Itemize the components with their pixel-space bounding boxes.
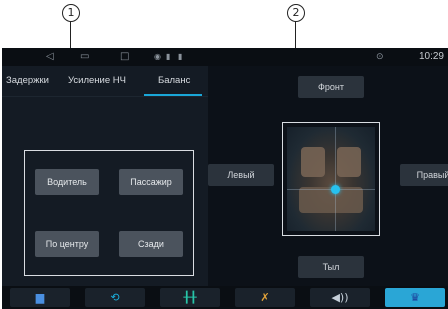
balance-crosshair-vertical <box>335 127 336 231</box>
callout-2: 2 <box>287 4 305 22</box>
seat-front-left <box>301 147 325 177</box>
nav-save-button[interactable]: ▆ <box>10 288 70 307</box>
app-screen: ◁ ▭ □ ◉ ▮ ▮ ⊙ 10:29 Задержки Усиление НЧ… <box>2 48 448 309</box>
seat-front-right <box>337 147 361 177</box>
nav-settings-button[interactable]: ✗ <box>235 288 295 307</box>
crown-icon: ♛ <box>410 291 420 304</box>
speaker-icon: ◀)) <box>331 291 349 304</box>
back-icon[interactable]: ◁ <box>46 48 54 66</box>
bottom-navigation: ▆ ⟲ ╂╂ ✗ ◀)) ♛ <box>2 286 448 309</box>
nav-sound-field-button[interactable]: ♛ <box>385 288 445 307</box>
status-bar: ◁ ▭ □ ◉ ▮ ▮ ⊙ 10:29 <box>2 48 448 66</box>
balance-left-button[interactable]: Левый <box>208 164 274 186</box>
balance-focus-handle[interactable] <box>331 185 340 194</box>
recents-icon[interactable]: □ <box>120 48 129 66</box>
nav-reset-button[interactable]: ⟲ <box>85 288 145 307</box>
balance-right-button[interactable]: Правый <box>400 164 448 186</box>
tab-bass-boost[interactable]: Усиление НЧ <box>68 72 126 90</box>
settings-panel: Задержки Усиление НЧ Баланс Водитель Пас… <box>2 66 208 286</box>
balance-pad[interactable] <box>282 122 380 236</box>
car-interior-image[interactable] <box>287 127 375 231</box>
signal-icon: ◉ <box>154 52 161 61</box>
nav-volume-button[interactable]: ◀)) <box>310 288 370 307</box>
wrench-icon: ✗ <box>260 291 270 304</box>
battery-icon: ▮ <box>166 52 171 61</box>
preset-center-button[interactable]: По центру <box>35 231 99 257</box>
equalizer-icon: ╂╂ <box>183 291 197 304</box>
location-icon: ⊙ <box>376 52 384 62</box>
nav-equalizer-button[interactable]: ╂╂ <box>160 288 220 307</box>
listening-position-presets: Водитель Пассажир По центру Сзади <box>24 150 194 276</box>
battery-icon-2: ▮ <box>178 52 183 61</box>
tab-balance[interactable]: Баланс <box>158 72 190 90</box>
preset-driver-button[interactable]: Водитель <box>35 169 99 195</box>
save-icon: ▆ <box>35 291 45 304</box>
preset-passenger-button[interactable]: Пассажир <box>119 169 183 195</box>
balance-front-button[interactable]: Фронт <box>298 76 364 98</box>
home-icon[interactable]: ▭ <box>80 48 89 66</box>
tab-delays[interactable]: Задержки <box>6 72 49 90</box>
preset-rear-button[interactable]: Сзади <box>119 231 183 257</box>
refresh-icon: ⟲ <box>110 291 120 304</box>
callout-1: 1 <box>62 4 80 22</box>
status-clock: 10:29 <box>418 51 444 62</box>
balance-rear-button[interactable]: Тыл <box>298 256 364 278</box>
tab-separator <box>2 96 208 97</box>
